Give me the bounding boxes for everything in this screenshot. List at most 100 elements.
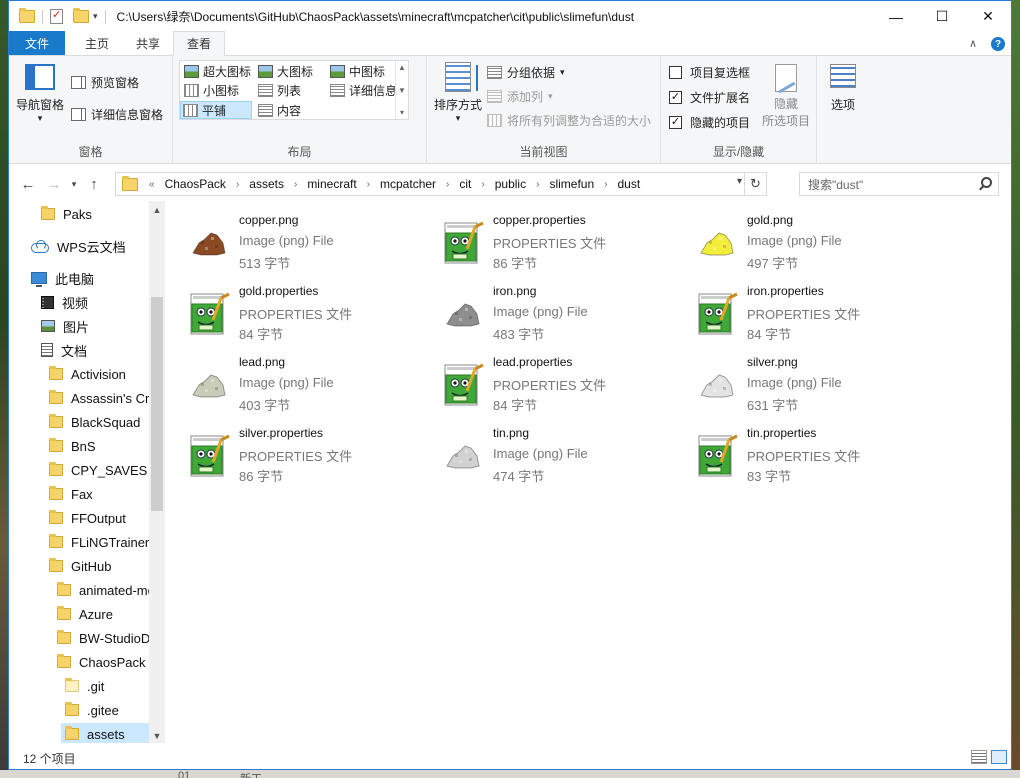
forward-button[interactable]: → [41, 176, 67, 193]
chevron-right-icon[interactable]: › [291, 179, 300, 190]
add-columns-button[interactable]: 添加列 ▾ [487, 88, 553, 105]
chevron-right-icon[interactable]: › [233, 179, 242, 190]
file-tile[interactable]: iron.png Image (png) File 483 字节 [433, 280, 683, 346]
file-tile[interactable]: silver.png Image (png) File 631 字节 [687, 351, 937, 417]
scroll-down-icon[interactable]: ▼ [149, 731, 165, 741]
options-button[interactable]: 选项 [821, 64, 865, 113]
nav-item[interactable]: BlackSquad [49, 411, 140, 433]
file-tile[interactable]: tin.properties PROPERTIES 文件 83 字节 [687, 422, 937, 488]
breadcrumb-item[interactable]: minecraft [300, 177, 363, 191]
file-tile[interactable]: lead.png Image (png) File 403 字节 [179, 351, 429, 417]
nav-item[interactable]: WPS云文档 [31, 235, 126, 257]
help-icon[interactable]: ? [991, 37, 1005, 51]
nav-item[interactable]: FLiNGTrainer [49, 531, 149, 553]
layout-list[interactable]: 列表 [256, 81, 303, 99]
refresh-button[interactable]: ↻ [744, 173, 766, 195]
layout-details[interactable]: 详细信息 [328, 81, 399, 99]
chevron-right-icon[interactable]: › [533, 179, 542, 190]
file-tile[interactable]: iron.properties PROPERTIES 文件 84 字节 [687, 280, 937, 346]
minimize-button[interactable]: — [873, 1, 919, 32]
customize-toolbar-button[interactable]: ▾ [93, 11, 98, 22]
scroll-up-icon[interactable]: ▲ [398, 63, 406, 72]
nav-item[interactable]: 此电脑 [31, 267, 94, 289]
address-history-button[interactable]: ▾ [737, 176, 742, 187]
chevron-right-icon[interactable]: › [443, 179, 452, 190]
tab-view[interactable]: 查看 [173, 31, 226, 56]
file-tile[interactable]: tin.png Image (png) File 474 字节 [433, 422, 683, 488]
address-bar[interactable]: « ChaosPack › assets › minecraft › mcpat… [115, 172, 767, 196]
chevron-right-icon[interactable]: › [364, 179, 373, 190]
collapse-ribbon-icon[interactable]: ∧ [969, 37, 977, 51]
nav-item[interactable]: CPY_SAVES [49, 459, 147, 481]
nav-item[interactable]: 图片 [41, 315, 89, 337]
nav-item[interactable]: .gitee [65, 699, 119, 721]
tab-file[interactable]: 文件 [9, 31, 65, 55]
chevron-right-icon[interactable]: › [601, 179, 610, 190]
nav-item[interactable]: animated-mo [57, 579, 155, 601]
nav-item[interactable]: 文档 [41, 339, 87, 361]
fit-columns-button[interactable]: 将所有列调整为合适的大小 [487, 112, 651, 129]
file-extensions-toggle[interactable]: ✓ 文件扩展名 [669, 89, 750, 106]
nav-item[interactable]: BW-StudioD [57, 627, 150, 649]
sort-by-button[interactable]: 排序方式 ▾ [431, 62, 485, 124]
tab-home[interactable]: 主页 [65, 31, 123, 55]
tab-share[interactable]: 共享 [123, 31, 173, 55]
layout-tiles[interactable]: 平铺 [180, 101, 252, 119]
file-tile[interactable]: copper.png Image (png) File 513 字节 [179, 209, 429, 275]
nav-item[interactable]: ChaosPack [57, 651, 145, 673]
layout-gallery-scroll[interactable]: ▲ ▼ ▾ [395, 61, 408, 119]
breadcrumb-item[interactable]: ChaosPack [158, 177, 233, 191]
file-tile[interactable]: gold.properties PROPERTIES 文件 84 字节 [179, 280, 429, 346]
item-checkboxes-checkbox[interactable] [669, 66, 682, 79]
scroll-up-icon[interactable]: ▲ [149, 205, 165, 215]
hidden-items-toggle[interactable]: ✓ 隐藏的项目 [669, 114, 750, 131]
layout-content[interactable]: 内容 [256, 101, 303, 119]
file-extensions-checkbox[interactable]: ✓ [669, 91, 682, 104]
search-input[interactable]: 搜索"dust" [799, 172, 999, 196]
nav-item[interactable]: Activision [49, 363, 126, 385]
file-tile[interactable]: gold.png Image (png) File 497 字节 [687, 209, 937, 275]
hide-selected-button[interactable]: 隐藏 所选项目 [759, 64, 813, 130]
navigation-pane-scrollbar[interactable]: ▲ ▼ [149, 201, 165, 743]
properties-icon[interactable] [50, 8, 63, 24]
nav-item[interactable]: BnS [49, 435, 96, 457]
nav-item[interactable]: Fax [49, 483, 93, 505]
nav-item[interactable]: 视频 [41, 291, 88, 313]
maximize-button[interactable]: ☐ [919, 1, 965, 32]
back-button[interactable]: ← [15, 176, 41, 193]
breadcrumb-item[interactable]: mcpatcher [373, 177, 443, 191]
file-tile[interactable]: silver.properties PROPERTIES 文件 86 字节 [179, 422, 429, 488]
navigation-pane-button[interactable]: 导航窗格 ▾ [13, 64, 67, 124]
scroll-down-icon[interactable]: ▼ [398, 86, 406, 95]
recent-locations-button[interactable]: ▾ [67, 179, 81, 190]
nav-item[interactable]: Assassin's Cre [49, 387, 157, 409]
close-button[interactable]: ✕ [965, 1, 1011, 32]
details-pane-button[interactable]: 详细信息窗格 [71, 106, 163, 123]
layout-extra-large-icons[interactable]: 超大图标 [182, 62, 253, 80]
nav-item[interactable]: Paks [41, 203, 92, 225]
layout-small-icons[interactable]: 小图标 [182, 81, 241, 99]
preview-pane-button[interactable]: 预览窗格 [71, 74, 139, 91]
new-folder-icon[interactable] [73, 8, 89, 23]
breadcrumb-item[interactable]: public [488, 177, 533, 191]
nav-item[interactable]: assets [61, 723, 157, 743]
breadcrumb-item[interactable]: dust [610, 177, 647, 191]
layout-medium-icons[interactable]: 中图标 [328, 62, 387, 80]
hidden-items-checkbox[interactable]: ✓ [669, 116, 682, 129]
details-view-icon[interactable] [971, 750, 987, 764]
large-icons-view-icon[interactable] [991, 750, 1007, 764]
nav-item[interactable]: Azure [57, 603, 113, 625]
breadcrumb-overflow[interactable]: « [146, 179, 158, 190]
nav-item[interactable]: GitHub [49, 555, 111, 577]
layout-large-icons[interactable]: 大图标 [256, 62, 315, 80]
breadcrumb-item[interactable]: assets [242, 177, 291, 191]
scrollbar-thumb[interactable] [151, 297, 163, 511]
chevron-right-icon[interactable]: › [478, 179, 487, 190]
up-button[interactable]: ↑ [81, 176, 107, 193]
file-tile[interactable]: lead.properties PROPERTIES 文件 84 字节 [433, 351, 683, 417]
nav-item[interactable]: FFOutput [49, 507, 126, 529]
item-checkboxes-toggle[interactable]: 项目复选框 [669, 64, 750, 81]
group-by-button[interactable]: 分组依据 ▾ [487, 64, 565, 81]
expand-gallery-icon[interactable]: ▾ [400, 108, 404, 117]
file-tile[interactable]: copper.properties PROPERTIES 文件 86 字节 [433, 209, 683, 275]
